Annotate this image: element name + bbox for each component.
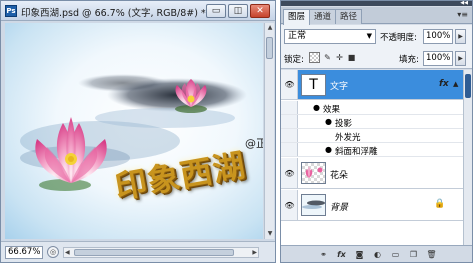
lock-all-icon[interactable]: ■ <box>346 52 357 63</box>
eye-icon[interactable]: 👁 <box>283 200 296 211</box>
new-group-icon[interactable]: ▭ <box>389 249 402 260</box>
scroll-down-icon[interactable]: ▼ <box>265 229 275 239</box>
effect-eye-icon[interactable]: ● <box>325 117 332 126</box>
vertical-scroll-thumb[interactable] <box>266 37 273 59</box>
scroll-up-icon[interactable]: ▲ <box>265 23 275 33</box>
tab-channels[interactable]: 通道 <box>309 9 337 24</box>
fx-icon[interactable]: fx <box>439 79 449 89</box>
scroll-right-icon[interactable]: ▶ <box>252 248 257 257</box>
close-button[interactable]: ✕ <box>250 4 270 18</box>
add-mask-icon[interactable]: ◙ <box>353 249 366 260</box>
background-thumbnail-art <box>302 195 325 215</box>
lock-fill-row: 锁定: ✎ ✛ ■ 填充: 100% ▶ <box>281 47 472 69</box>
visibility-cell[interactable] <box>281 143 298 156</box>
collapse-icon[interactable]: ◀◀ <box>460 1 468 6</box>
image-canvas[interactable]: 印象西湖 @正确教育 <box>5 23 263 239</box>
layers-scrollbar[interactable] <box>463 70 472 245</box>
restore-button[interactable]: ◫ <box>228 4 248 18</box>
adjustment-layer-icon[interactable]: ◐ <box>371 249 384 260</box>
document-title: 印象西湖.psd @ 66.7% (文字, RGB/8#) * <box>21 8 206 19</box>
blend-mode-value: 正常 <box>288 31 307 41</box>
opacity-slider-arrow-icon[interactable]: ▶ <box>455 29 466 44</box>
effect-label: 斜面和浮雕 <box>335 147 378 157</box>
eye-icon[interactable]: 👁 <box>283 168 296 179</box>
horizontal-scroll-thumb[interactable] <box>74 249 234 256</box>
lock-image-pixels-icon[interactable]: ✎ <box>322 52 333 63</box>
watermark-text: @正确教育 <box>245 137 263 150</box>
lock-label: 锁定: <box>284 55 304 65</box>
layers-panel: ◀◀ 图层 通道 路径 ▾≡ 正常 ▼ 不透明度: 100% ▶ 锁定: ✎ ✛… <box>280 0 473 263</box>
effect-eye-icon[interactable]: ● <box>325 145 332 154</box>
vertical-scrollbar[interactable]: ▲ ▼ <box>264 23 274 239</box>
panel-topbar: ◀◀ <box>281 1 472 6</box>
photoshop-logo-icon: Ps <box>5 5 17 17</box>
effect-label: 投影 <box>335 119 353 129</box>
scroll-left-icon[interactable]: ◀ <box>65 248 70 257</box>
flower-thumbnail-art <box>305 166 323 178</box>
layer-row-text[interactable]: 👁 T 文字 fx ▲ <box>281 70 463 100</box>
layers-scroll-thumb[interactable] <box>465 74 471 98</box>
layer-name: 花朵 <box>330 171 349 181</box>
zoom-level-field[interactable]: 66.67% <box>5 246 43 259</box>
visibility-cell[interactable] <box>281 101 298 114</box>
layers-list: 👁 T 文字 fx ▲ ● 效果 ● 投影 外发光 ● 斜面和浮雕 👁 花朵 👁… <box>281 70 463 245</box>
document-window: Ps 印象西湖.psd @ 66.7% (文字, RGB/8#) * ▭ ◫ ✕ <box>0 0 276 263</box>
layer-row-background[interactable]: 👁 背景 🔒 <box>281 190 463 221</box>
lock-position-icon[interactable]: ✛ <box>334 52 345 63</box>
eye-icon[interactable]: 👁 <box>283 79 296 90</box>
layer-row-flower[interactable]: 👁 花朵 <box>281 158 463 189</box>
layer-name: 背景 <box>330 203 349 213</box>
delete-layer-icon[interactable]: 🗑 <box>425 249 438 260</box>
tab-paths[interactable]: 路径 <box>335 9 363 24</box>
link-layers-icon[interactable]: ⚭ <box>317 249 330 260</box>
effect-row-outer-glow[interactable]: 外发光 <box>281 129 463 143</box>
panel-tabs: 图层 通道 路径 ▾≡ <box>281 7 472 25</box>
effect-row-drop-shadow[interactable]: ● 投影 <box>281 115 463 129</box>
visibility-cell[interactable] <box>281 115 298 128</box>
panel-menu-icon[interactable]: ▾≡ <box>457 10 468 19</box>
document-info-icon[interactable]: ◎ <box>47 246 59 258</box>
text-layer-thumbnail-icon: T <box>301 74 326 96</box>
minimize-button[interactable]: ▭ <box>206 4 226 18</box>
horizontal-scrollbar[interactable]: ◀ ▶ <box>63 247 259 258</box>
new-layer-icon[interactable]: ❐ <box>407 249 420 260</box>
lock-icon: 🔒 <box>434 199 446 209</box>
effect-row-bevel-emboss[interactable]: ● 斜面和浮雕 <box>281 143 463 157</box>
effects-label: 效果 <box>323 105 341 115</box>
dropdown-arrow-icon: ▼ <box>366 32 372 40</box>
opacity-input[interactable]: 100% <box>423 29 453 44</box>
document-titlebar[interactable]: Ps 印象西湖.psd @ 66.7% (文字, RGB/8#) * ▭ ◫ ✕ <box>1 1 275 21</box>
lock-transparency-icon[interactable] <box>309 52 320 63</box>
opacity-label: 不透明度: <box>380 33 417 43</box>
add-layer-style-icon[interactable]: fx <box>335 249 348 260</box>
canvas-artwork <box>20 74 247 191</box>
panel-footer-toolbar: ⚭ fx ◙ ◐ ▭ ❐ 🗑 <box>281 245 472 262</box>
expand-arrow-icon[interactable]: ▲ <box>453 80 458 88</box>
tab-layers[interactable]: 图层 <box>283 9 311 25</box>
flower-layer-thumbnail <box>301 162 326 184</box>
visibility-cell[interactable] <box>281 129 298 142</box>
status-bar: 66.67% ◎ ◀ ▶ <box>1 241 275 262</box>
fill-label: 填充: <box>399 55 419 65</box>
fill-slider-arrow-icon[interactable]: ▶ <box>455 51 466 66</box>
fill-input[interactable]: 100% <box>423 51 453 66</box>
blend-mode-select[interactable]: 正常 ▼ <box>284 29 376 44</box>
blend-opacity-row: 正常 ▼ 不透明度: 100% ▶ <box>281 25 472 47</box>
background-layer-thumbnail <box>301 194 326 216</box>
effect-label: 外发光 <box>335 133 361 143</box>
effect-eye-icon[interactable]: ● <box>313 103 320 112</box>
effects-group-row[interactable]: ● 效果 <box>281 101 463 115</box>
layer-name: 文字 <box>330 82 349 92</box>
